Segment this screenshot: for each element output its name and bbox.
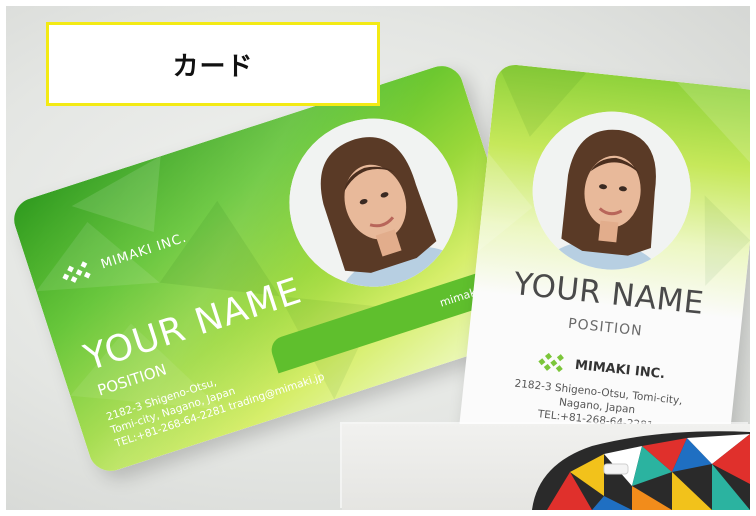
title-label-box: カード (46, 22, 380, 106)
company-name: MIMAKI INC. (574, 357, 666, 382)
inset-product-photo (342, 424, 750, 510)
geometric-pattern-object (532, 431, 750, 510)
title-label: カード (172, 51, 254, 82)
photo-scene: カード MIMAKI INC. YOUR NAME POSITION 2182-… (6, 6, 750, 510)
portrait-id-card: YOUR NAME POSITION MIMAKI INC. 2182-3 Sh… (456, 62, 750, 485)
mimaki-logo-icon (538, 352, 564, 373)
